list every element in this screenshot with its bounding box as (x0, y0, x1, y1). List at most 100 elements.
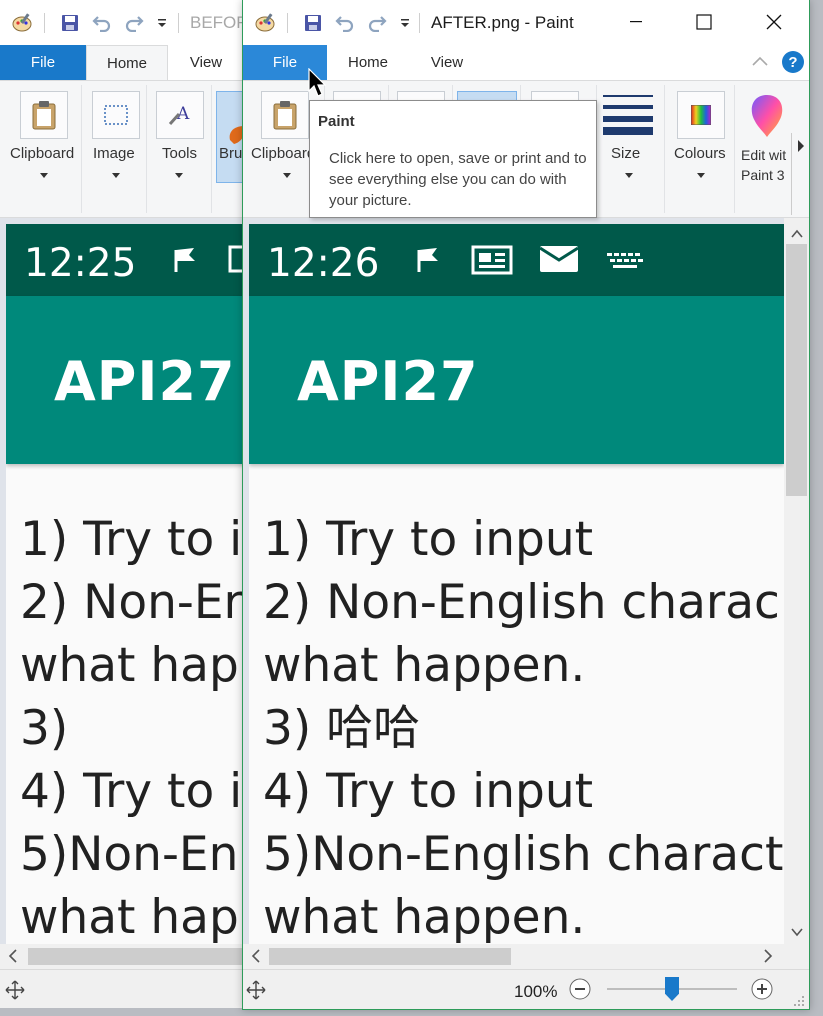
close-icon (766, 14, 782, 30)
android-status-bar: 12:26 (249, 224, 784, 296)
text-line: 1) Try to input (263, 512, 594, 567)
text-content: 1) Try to i 2) Non-Er what hap 3) 4) Try… (20, 508, 243, 944)
customize-qat-icon[interactable] (150, 11, 174, 35)
collapse-ribbon-icon[interactable] (751, 54, 769, 72)
title-bar: BEFOR (0, 0, 242, 46)
text-line: 5)Non-En (20, 827, 239, 882)
maximize-button[interactable] (681, 0, 727, 44)
edit-paint3d-label-2: Paint 3 (741, 167, 785, 183)
edit-paint3d-group[interactable]: Edit wit Paint 3 (737, 85, 797, 213)
select-icon (92, 91, 140, 139)
image-group[interactable]: Image (85, 85, 147, 213)
clipboard-icon (20, 91, 68, 139)
tab-home[interactable]: Home (86, 45, 168, 80)
tab-home[interactable]: Home (327, 45, 409, 80)
ribbon-tabs: File Home View (0, 44, 242, 80)
text-line: 5)Non-English charact (263, 827, 784, 882)
paint3d-icon (747, 93, 787, 144)
zoom-level: 100% (514, 982, 558, 1001)
image-label: Image (93, 145, 135, 162)
zoom-slider-thumb[interactable] (665, 977, 679, 1001)
paint-app-icon[interactable] (10, 11, 34, 35)
android-status-bar: 12:25 (6, 224, 242, 296)
horizontal-scroll-thumb[interactable] (269, 948, 511, 965)
text-line: what happen. (263, 638, 586, 693)
text-content: 1) Try to input 2) Non-English charac wh… (263, 508, 783, 944)
clipboard-label: Clipboard (10, 145, 75, 162)
canvas-area[interactable]: 12:25 API27 1) Try to i 2) Non-Er what h… (0, 218, 243, 944)
colours-label: Colours (674, 145, 726, 162)
paint-app-icon[interactable] (253, 11, 277, 35)
save-icon[interactable] (301, 11, 325, 35)
text-line: what happen. (263, 890, 586, 944)
scroll-up-icon[interactable] (791, 226, 803, 244)
undo-icon[interactable] (90, 11, 114, 35)
zoom-in-button[interactable] (751, 978, 773, 1005)
mouse-cursor-icon (308, 67, 328, 103)
text-line: 1) Try to i (20, 512, 243, 567)
window-title: AFTER.png - Paint (431, 13, 574, 32)
email-icon (539, 244, 579, 279)
text-line: what hap (20, 890, 239, 944)
customize-qat-icon[interactable] (393, 11, 417, 35)
resize-grip-icon[interactable] (793, 994, 805, 1009)
vertical-scrollbar[interactable] (784, 218, 809, 944)
minimize-button[interactable] (613, 0, 659, 44)
chevron-down-icon (112, 173, 120, 178)
size-group[interactable]: Size (599, 85, 665, 213)
canvas-area[interactable]: 12:26 API27 1) Try to input 2) Non-Engli… (243, 218, 784, 944)
paint-status-bar (0, 969, 242, 1008)
size-lines-icon (603, 93, 653, 140)
title-bar: AFTER.png - Paint (243, 0, 809, 46)
text-line: 3) 哈哈 (263, 701, 421, 756)
scroll-right-icon[interactable] (763, 948, 773, 969)
clipboard-group[interactable]: Clipboard (6, 85, 82, 213)
svg-text:?: ? (788, 54, 797, 71)
ribbon: Clipboard Image A Tools Bru (0, 80, 242, 218)
zoom-out-button[interactable] (569, 978, 591, 1005)
undo-icon[interactable] (333, 11, 357, 35)
flag-icon (415, 244, 441, 279)
newspaper-icon (471, 244, 515, 281)
tooltip-body: Click here to open, save or print and to… (329, 150, 587, 209)
newspaper-icon (228, 244, 242, 279)
scroll-left-icon[interactable] (251, 948, 261, 969)
tab-file[interactable]: File (0, 45, 86, 80)
paint-status-bar: 100% (243, 969, 809, 1009)
horizontal-scrollbar[interactable] (243, 944, 784, 969)
app-bar: API27 (249, 296, 784, 464)
zoom-out-icon (569, 978, 591, 1000)
app-title: API27 (297, 350, 479, 413)
horizontal-scroll-thumb[interactable] (28, 948, 242, 965)
tooltip-title: Paint (318, 113, 355, 130)
help-icon[interactable]: ? (781, 50, 805, 79)
text-line: 3) (20, 701, 69, 756)
close-button[interactable] (751, 0, 797, 44)
tab-view[interactable]: View (172, 45, 240, 80)
file-tab-tooltip: Paint Click here to open, save or print … (309, 100, 597, 218)
phone-screenshot: 12:26 API27 1) Try to input 2) Non-Engli… (249, 224, 784, 944)
chevron-down-icon (625, 173, 633, 178)
vertical-scroll-thumb[interactable] (786, 244, 807, 496)
redo-icon[interactable] (365, 11, 389, 35)
clipboard-icon (261, 91, 309, 139)
horizontal-scrollbar[interactable] (0, 944, 242, 969)
text-line: 4) Try to i (20, 764, 243, 819)
window-title: BEFOR (190, 13, 243, 32)
scroll-left-icon[interactable] (8, 948, 18, 969)
tab-view[interactable]: View (413, 45, 481, 80)
brushes-group[interactable]: Bru (216, 85, 242, 213)
ribbon-scroll-right[interactable] (791, 133, 809, 215)
colours-group[interactable]: Colours (671, 85, 735, 213)
tools-label: Tools (162, 145, 198, 162)
tools-group[interactable]: A Tools (150, 85, 212, 213)
scroll-down-icon[interactable] (791, 924, 803, 942)
text-line: what hap (20, 638, 239, 693)
move-icon (5, 980, 25, 1005)
save-icon[interactable] (58, 11, 82, 35)
status-time: 12:25 (24, 241, 137, 286)
text-line: 2) Non-English charac (263, 575, 780, 630)
maximize-icon (696, 14, 712, 30)
redo-icon[interactable] (122, 11, 146, 35)
app-bar: API27 (6, 296, 242, 464)
